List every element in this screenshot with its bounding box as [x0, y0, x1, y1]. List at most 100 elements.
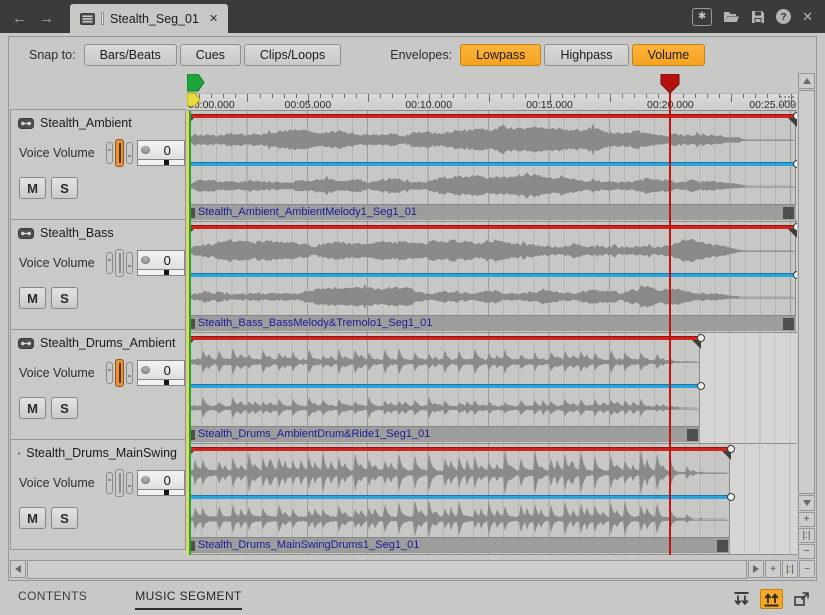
vertical-zoom-reset-button[interactable]: |:|	[798, 528, 815, 543]
mute-button[interactable]: M	[19, 507, 46, 529]
forward-icon[interactable]: →	[39, 11, 54, 26]
exit-cue-marker[interactable]	[660, 74, 680, 94]
track-lane[interactable]: Stealth_Drums_AmbientDrum&Ride1_Seg1_01	[187, 333, 797, 444]
horizontal-zoom-out-button[interactable]: −	[799, 560, 815, 578]
save-icon[interactable]	[751, 10, 765, 24]
playback-cursor[interactable]	[669, 93, 671, 555]
volume-envelope-line[interactable]	[187, 496, 730, 499]
mute-button[interactable]: M	[19, 287, 46, 309]
tab-music-segment-bottom[interactable]: MUSIC SEGMENT	[135, 589, 242, 610]
popout-icon[interactable]	[790, 589, 813, 609]
envelope-volume-button[interactable]: Volume	[632, 44, 706, 66]
help-icon[interactable]: ?	[776, 9, 791, 24]
envelope-point-icon[interactable]	[697, 382, 705, 390]
timeline-lanes[interactable]: 00:00.00000:05.00000:10.00000:15.00000:2…	[187, 73, 797, 559]
voice-volume-control[interactable]: 0	[137, 250, 185, 276]
voice-volume-slider[interactable]	[137, 270, 185, 276]
volume-envelope-line[interactable]	[187, 274, 796, 277]
scroll-down-button[interactable]	[798, 495, 815, 511]
clip[interactable]: Stealth_Drums_MainSwingDrums1_Seg1_01	[187, 444, 730, 554]
clip-right-handle[interactable]	[783, 318, 794, 330]
clip-name-bar[interactable]: Stealth_Ambient_AmbientMelody1_Seg1_01	[187, 204, 796, 220]
fader-icon[interactable]	[106, 249, 133, 277]
scroll-left-button[interactable]	[10, 560, 26, 578]
vertical-zoom-out-button[interactable]: −	[798, 544, 815, 559]
lowpass-envelope-line[interactable]	[187, 337, 700, 340]
envelope-point-icon[interactable]	[793, 271, 797, 279]
fader-icon[interactable]	[106, 469, 133, 497]
track-header[interactable]: Stealth_Bass Voice Volume 0 M S	[10, 219, 186, 330]
envelope-point-icon[interactable]	[727, 445, 735, 453]
mute-button[interactable]: M	[19, 397, 46, 419]
voice-volume-slider[interactable]	[137, 160, 185, 166]
solo-button[interactable]: S	[51, 287, 78, 309]
scroll-right-button[interactable]	[748, 560, 764, 578]
snap-bars-beats-button[interactable]: Bars/Beats	[84, 44, 177, 66]
lane-empty-area[interactable]	[700, 333, 797, 443]
envelope-highpass-button[interactable]: Highpass	[544, 44, 628, 66]
track-lane[interactable]: Stealth_Ambient_AmbientMelody1_Seg1_01	[187, 111, 797, 222]
scroll-up-button[interactable]	[798, 73, 815, 89]
voice-volume-control[interactable]: 0	[137, 360, 185, 386]
fader-icon[interactable]	[106, 359, 133, 387]
clip-name-bar[interactable]: Stealth_Drums_AmbientDrum&Ride1_Seg1_01	[187, 426, 700, 442]
solo-button[interactable]: S	[51, 507, 78, 529]
lowpass-envelope-line[interactable]	[187, 115, 796, 118]
track-lane[interactable]: Stealth_Drums_MainSwingDrums1_Seg1_01	[187, 444, 797, 555]
clip[interactable]: Stealth_Bass_BassMelody&Tremolo1_Seg1_01	[187, 222, 796, 332]
lowpass-envelope-line[interactable]	[187, 448, 730, 451]
envelope-point-icon[interactable]	[727, 493, 735, 501]
solo-button[interactable]: S	[51, 397, 78, 419]
voice-volume-control[interactable]: 0	[137, 470, 185, 496]
voice-volume-value[interactable]: 0	[150, 363, 184, 378]
clip-right-handle[interactable]	[687, 429, 698, 441]
fader-icon[interactable]	[106, 139, 133, 167]
horizontal-scroll-thumb[interactable]	[27, 560, 747, 579]
voice-volume-slider[interactable]	[137, 490, 185, 496]
vertical-scroll-thumb[interactable]	[798, 90, 815, 494]
envelope-point-icon[interactable]	[697, 334, 705, 342]
voice-volume-value[interactable]: 0	[150, 253, 184, 268]
envelope-lowpass-button[interactable]: Lowpass	[460, 44, 541, 66]
track-header[interactable]: Stealth_Drums_Ambient Voice Volume 0 M S	[10, 329, 186, 440]
horizontal-scrollbar[interactable]: + |:| −	[10, 560, 815, 579]
lowpass-envelope-line[interactable]	[187, 226, 796, 229]
time-ruler[interactable]: 00:00.00000:05.00000:10.00000:15.00000:2…	[187, 93, 797, 111]
pin-icon[interactable]: ✱	[692, 8, 712, 26]
clip-right-handle[interactable]	[783, 207, 794, 219]
clip-right-handle[interactable]	[717, 540, 728, 552]
voice-volume-control[interactable]: 0	[137, 140, 185, 166]
track-lane[interactable]: Stealth_Bass_BassMelody&Tremolo1_Seg1_01	[187, 222, 797, 333]
lane-empty-area[interactable]	[730, 444, 797, 554]
expand-up-icon[interactable]	[760, 589, 783, 609]
envelope-point-icon[interactable]	[793, 112, 797, 120]
envelope-point-icon[interactable]	[793, 160, 797, 168]
horizontal-zoom-reset-button[interactable]: |:|	[782, 560, 798, 578]
horizontal-zoom-in-button[interactable]: +	[765, 560, 781, 578]
solo-button[interactable]: S	[51, 177, 78, 199]
collapse-down-icon[interactable]	[730, 589, 753, 609]
envelope-point-icon[interactable]	[793, 223, 797, 231]
track-header[interactable]: Stealth_Ambient Voice Volume 0 M S	[10, 109, 186, 220]
clip-name-bar[interactable]: Stealth_Bass_BassMelody&Tremolo1_Seg1_01	[187, 315, 796, 331]
back-icon[interactable]: ←	[12, 11, 27, 26]
snap-clips-loops-button[interactable]: Clips/Loops	[244, 44, 341, 66]
voice-volume-slider[interactable]	[137, 380, 185, 386]
vertical-scrollbar[interactable]: + |:| −	[798, 73, 815, 559]
track-header[interactable]: Stealth_Drums_MainSwing Voice Volume 0 M…	[10, 439, 186, 550]
tab-music-segment[interactable]: Stealth_Seg_01 ✕	[70, 4, 228, 33]
vertical-zoom-in-button[interactable]: +	[798, 512, 815, 527]
snap-cues-button[interactable]: Cues	[180, 44, 241, 66]
volume-envelope-line[interactable]	[187, 385, 700, 388]
tab-close-icon[interactable]: ✕	[209, 12, 218, 25]
clip[interactable]: Stealth_Ambient_AmbientMelody1_Seg1_01	[187, 111, 796, 221]
clip-name-bar[interactable]: Stealth_Drums_MainSwingDrums1_Seg1_01	[187, 537, 730, 553]
voice-volume-value[interactable]: 0	[150, 143, 184, 158]
clip[interactable]: Stealth_Drums_AmbientDrum&Ride1_Seg1_01	[187, 333, 700, 443]
voice-volume-value[interactable]: 0	[150, 473, 184, 488]
ruler-resize-grip[interactable]	[779, 95, 794, 108]
close-icon[interactable]: ✕	[802, 10, 813, 23]
tab-contents[interactable]: CONTENTS	[18, 589, 87, 610]
volume-envelope-line[interactable]	[187, 163, 796, 166]
mute-button[interactable]: M	[19, 177, 46, 199]
